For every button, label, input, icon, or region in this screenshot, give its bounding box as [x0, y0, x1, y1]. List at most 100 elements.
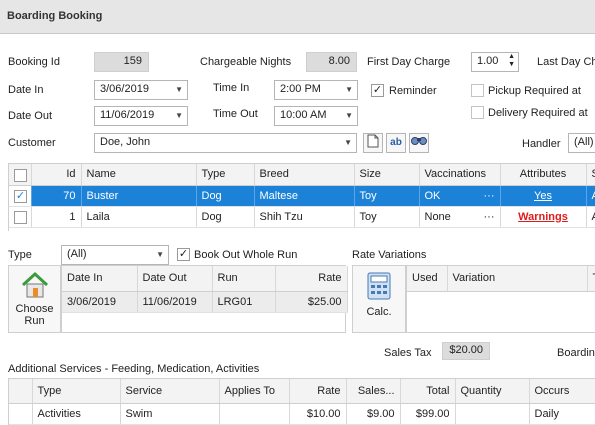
- first-day-charge-spinner[interactable]: 1.00 ▲ ▼: [471, 52, 519, 72]
- vacc-status: OK: [424, 189, 441, 202]
- spin-buttons-icon[interactable]: ▲ ▼: [508, 53, 515, 69]
- service-sales: $9.00: [346, 403, 401, 425]
- service-rate: $10.00: [289, 403, 347, 425]
- book-out-whole-run-label: Book Out Whole Run: [194, 249, 298, 261]
- row-checkbox[interactable]: ✓: [14, 190, 27, 203]
- row-indicator: [9, 403, 33, 425]
- row-checkbox[interactable]: [14, 211, 27, 224]
- chevron-down-icon[interactable]: ▼: [345, 85, 353, 94]
- pets-header-row: Id Name Type Breed Size Vaccinations Att…: [9, 164, 595, 186]
- services-header-row: Type Service Applies To Rate Sales... To…: [9, 379, 595, 404]
- choose-run-button[interactable]: Choose Run: [8, 265, 61, 333]
- col-breed[interactable]: Breed: [254, 164, 355, 186]
- col-used[interactable]: Used: [407, 266, 448, 292]
- ellipsis-button[interactable]: ···: [484, 190, 495, 202]
- booking-id-label: Booking Id: [8, 56, 60, 68]
- warnings-link[interactable]: Warnings: [518, 211, 568, 223]
- service-applies-to: [219, 403, 290, 425]
- time-in-label: Time In: [213, 82, 250, 94]
- pet-breed: Maltese: [254, 185, 355, 207]
- run-date-out: 11/06/2019: [137, 291, 213, 313]
- chevron-down-icon[interactable]: ▼: [345, 111, 353, 120]
- time-out-picker[interactable]: 10:00 AM ▼: [274, 106, 358, 126]
- col-type[interactable]: Type: [196, 164, 255, 186]
- chevron-down-icon[interactable]: ▼: [175, 85, 183, 94]
- row-checkbox-cell[interactable]: ✓: [9, 185, 32, 207]
- col-service[interactable]: Service: [120, 379, 220, 404]
- chevron-down-icon[interactable]: ▼: [156, 250, 164, 259]
- select-all-header[interactable]: [9, 164, 32, 186]
- customer-value: Doe, John: [100, 136, 151, 148]
- pet-attributes: Warnings: [500, 206, 587, 228]
- services-grid: Type Service Applies To Rate Sales... To…: [8, 378, 595, 425]
- rate-variations-title: Rate Variations: [352, 249, 427, 261]
- col-date-in[interactable]: Date In: [62, 266, 138, 292]
- attributes-link[interactable]: Yes: [534, 190, 552, 202]
- col-size[interactable]: Size: [354, 164, 420, 186]
- pet-type: Dog: [196, 206, 255, 228]
- col-attributes[interactable]: Attributes: [500, 164, 587, 186]
- table-row[interactable]: 3/06/2019 11/06/2019 LRG01 $25.00: [62, 291, 348, 313]
- col-run[interactable]: Run: [212, 266, 276, 292]
- service-name: Swim: [120, 403, 220, 425]
- customer-dropdown[interactable]: Doe, John ▼: [94, 133, 357, 153]
- col-occurs[interactable]: Occurs: [529, 379, 595, 404]
- new-document-icon[interactable]: [363, 133, 383, 153]
- pets-grid: Id Name Type Breed Size Vaccinations Att…: [8, 163, 595, 231]
- handler-dropdown[interactable]: (All): [568, 133, 595, 153]
- col-name[interactable]: Name: [81, 164, 197, 186]
- pet-vaccinations: None ···: [419, 206, 501, 228]
- boarding-label: Boarding: [557, 347, 595, 359]
- ellipsis-button[interactable]: ···: [484, 211, 495, 223]
- col-s[interactable]: S: [586, 164, 595, 186]
- col-variation[interactable]: Variation: [447, 266, 588, 292]
- col-sales[interactable]: Sales...: [346, 379, 401, 404]
- last-day-charge-label: Last Day Ch: [537, 56, 595, 68]
- col-total[interactable]: Total: [400, 379, 456, 404]
- date-out-label: Date Out: [8, 110, 53, 122]
- col-id[interactable]: Id: [31, 164, 82, 186]
- col-vaccinations[interactable]: Vaccinations: [419, 164, 501, 186]
- row-checkbox-cell[interactable]: [9, 206, 32, 228]
- time-in-picker[interactable]: 2:00 PM ▼: [274, 80, 358, 100]
- binoculars-icon[interactable]: [409, 133, 429, 153]
- choose-run-label: Choose Run: [15, 303, 54, 327]
- pet-size: Toy: [354, 185, 420, 207]
- reminder-label: Reminder: [389, 85, 437, 97]
- pet-name: Buster: [81, 185, 197, 207]
- col-date-out[interactable]: Date Out: [137, 266, 213, 292]
- run-type-dropdown[interactable]: (All) ▼: [61, 245, 169, 265]
- chevron-down-icon[interactable]: ▼: [344, 138, 352, 147]
- service-quantity: [455, 403, 530, 425]
- delivery-checkbox[interactable]: [471, 106, 484, 119]
- date-in-picker[interactable]: 3/06/2019 ▼: [94, 80, 188, 100]
- reminder-checkbox[interactable]: ✓: [371, 84, 384, 97]
- col-rate[interactable]: Rate: [275, 266, 348, 292]
- table-row[interactable]: Activities Swim $10.00 $9.00 $99.00 Dail…: [9, 403, 595, 425]
- col-blank: [9, 379, 33, 404]
- col-t[interactable]: T: [587, 266, 595, 292]
- spell-check-icon[interactable]: ab: [386, 133, 406, 153]
- calc-button[interactable]: Calc.: [352, 265, 406, 333]
- table-row[interactable]: ✓ 70 Buster Dog Maltese Toy OK ··· Yes A: [9, 185, 595, 207]
- time-in-value: 2:00 PM: [280, 83, 321, 95]
- calculator-icon: [367, 272, 391, 300]
- col-applies-to[interactable]: Applies To: [219, 379, 290, 404]
- rate-header-row: Used Variation T: [407, 266, 595, 292]
- run-type-value: (All): [67, 248, 87, 260]
- chargeable-nights-field: 8.00: [306, 52, 357, 72]
- table-row[interactable]: 1 Laila Dog Shih Tzu Toy None ··· Warning…: [9, 206, 595, 228]
- run-rate: $25.00: [275, 291, 348, 313]
- book-out-whole-run-checkbox[interactable]: ✓: [177, 248, 190, 261]
- rate-variations-grid: Used Variation T: [406, 265, 595, 333]
- col-type[interactable]: Type: [32, 379, 121, 404]
- chevron-down-icon[interactable]: ▼: [175, 111, 183, 120]
- pickup-checkbox[interactable]: [471, 84, 484, 97]
- col-rate[interactable]: Rate: [289, 379, 347, 404]
- date-out-picker[interactable]: 11/06/2019 ▼: [94, 106, 188, 126]
- checkmark-icon: ✓: [372, 84, 383, 96]
- pet-breed: Shih Tzu: [254, 206, 355, 228]
- delivery-label: Delivery Required at: [488, 107, 588, 119]
- select-all-checkbox[interactable]: [14, 168, 27, 182]
- col-quantity[interactable]: Quantity: [455, 379, 530, 404]
